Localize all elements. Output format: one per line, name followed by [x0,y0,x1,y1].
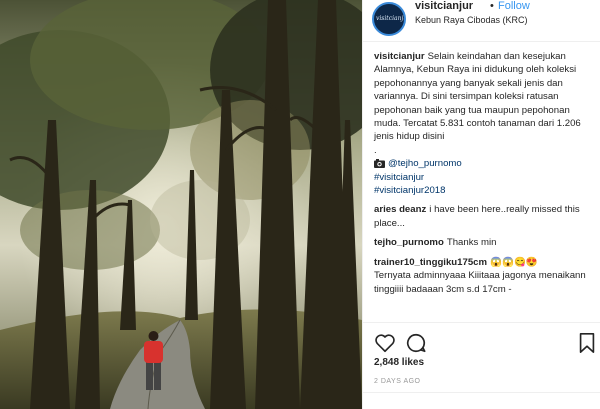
post-sidebar: visitcianjur visitcianjur • Follow Kebun… [362,0,600,409]
header-username[interactable]: visitcianjur [415,0,473,12]
comments-section: visitcianjur Selain keindahan dan kesejuk… [374,50,596,302]
comment-text: Ternyata adminnyaaa Kiiitaaa jagonya men… [374,270,586,295]
caption-dot: . [374,144,377,156]
comment: aries deanz i have been here..really miss… [374,203,596,230]
avatar-logo-text: visitcianjur [376,15,404,22]
credit-link[interactable]: @tejho_purnomo [388,158,462,169]
forest-path-image [0,0,362,409]
caption: visitcianjur Selain keindahan dan kesejuk… [374,50,596,197]
post-header: visitcianjur visitcianjur • Follow Kebun… [363,0,600,42]
comment-username[interactable]: aries deanz [374,204,426,215]
heart-icon[interactable] [374,332,396,354]
bookmark-icon[interactable] [576,332,598,354]
comment-username[interactable]: tejho_purnomo [374,237,444,248]
post-photo[interactable] [0,0,362,409]
comment: tejho_purnomo Thanks min [374,236,596,249]
comment-text: Thanks min [446,237,497,249]
comment-icon[interactable] [405,332,427,354]
caption-text: Selain keindahan dan kesejukan Alamnya, … [374,51,581,143]
location-link[interactable]: Kebun Raya Cibodas (KRC) [415,15,528,25]
camera-icon [374,159,385,169]
comment-emoji: 😱😱😋😍 [490,256,538,268]
hashtag-link[interactable]: #visitcianjur2018 [374,185,445,196]
hashtag-line: #visitcianjur2018 [374,184,596,197]
likes-count[interactable]: 2,848 likes [374,357,424,368]
hashtag-link[interactable]: #visitcianjur [374,172,424,183]
caption-username[interactable]: visitcianjur [374,51,425,62]
avatar[interactable]: visitcianjur [372,2,406,36]
header-separator: • [490,0,494,12]
credit-line: @tejho_purnomo [374,157,596,170]
follow-button[interactable]: Follow [498,0,530,12]
add-comment-area[interactable] [363,392,600,409]
post-timestamp: 2 DAYS AGO [374,378,421,385]
comment-username[interactable]: trainer10_tinggiku175cm [374,257,487,268]
hashtag-line: #visitcianjur [374,171,596,184]
comment: trainer10_tinggiku175cm 😱😱😋😍 Ternyata adm… [374,256,596,296]
